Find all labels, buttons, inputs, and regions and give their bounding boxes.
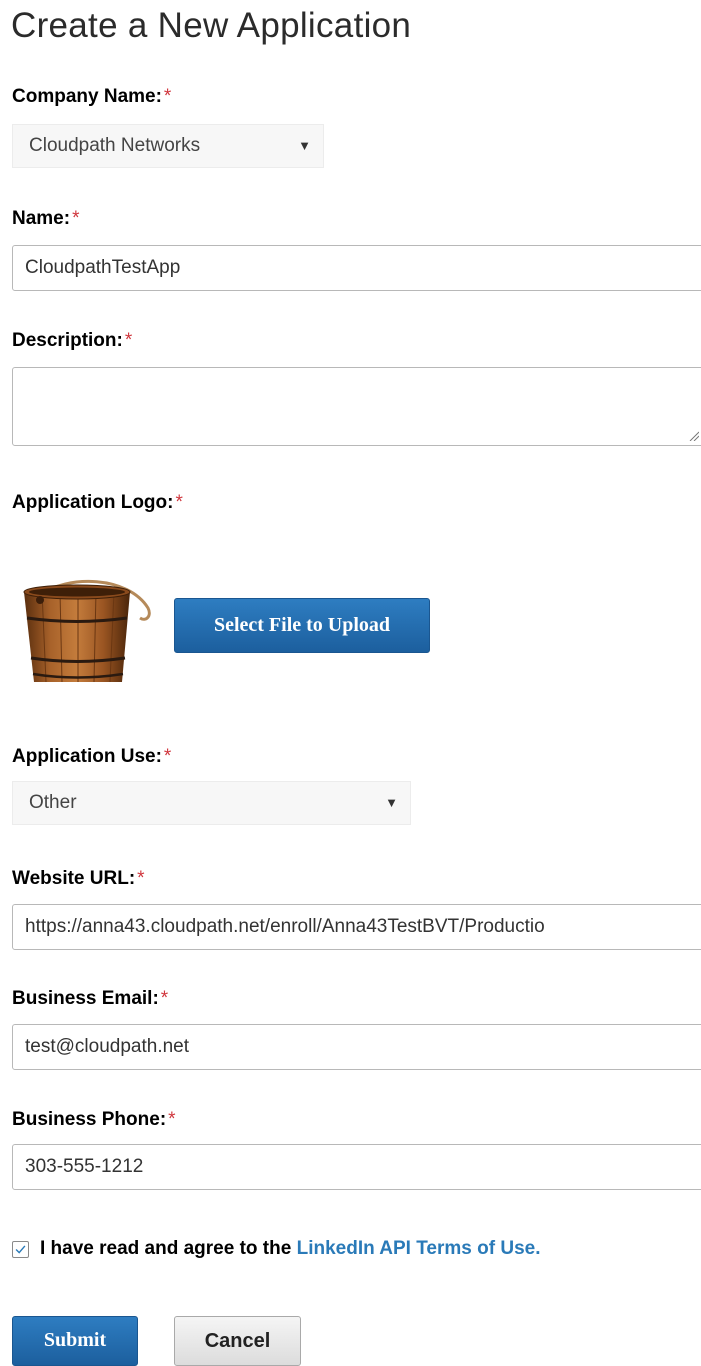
- terms-text: I have read and agree to the: [40, 1238, 292, 1259]
- company-name-label: Company Name: *: [12, 86, 171, 108]
- business-phone-input[interactable]: 303-555-1212: [12, 1144, 701, 1190]
- company-name-select[interactable]: Cloudpath Networks ▼: [12, 124, 324, 168]
- application-use-label: Application Use: *: [12, 746, 171, 768]
- required-marker: *: [137, 868, 145, 889]
- description-label-text: Description:: [12, 330, 123, 351]
- application-logo-label-text: Application Logo:: [12, 492, 174, 513]
- check-icon: [15, 1245, 26, 1254]
- application-use-label-text: Application Use:: [12, 746, 162, 767]
- required-marker: *: [124, 330, 133, 351]
- name-label-text: Name:: [12, 208, 71, 229]
- required-marker: *: [163, 746, 172, 767]
- select-file-upload-button[interactable]: Select File to Upload: [174, 598, 430, 653]
- business-email-input[interactable]: test@cloudpath.net: [12, 1024, 701, 1070]
- required-marker: *: [163, 86, 172, 107]
- terms-link[interactable]: LinkedIn API Terms of Use.: [297, 1238, 541, 1259]
- application-use-value: Other: [29, 792, 77, 813]
- wooden-bucket-logo: [23, 579, 151, 683]
- application-use-select[interactable]: Other ▼: [12, 781, 411, 825]
- business-phone-label-text: Business Phone:: [12, 1109, 167, 1130]
- create-application-page: Create a New Application Company Name: * …: [0, 0, 701, 1366]
- required-marker: *: [72, 208, 80, 229]
- description-textarea[interactable]: [12, 367, 701, 446]
- resize-grip-icon[interactable]: [689, 431, 699, 441]
- business-phone-label: Business Phone: *: [12, 1109, 176, 1131]
- company-name-label-text: Company Name:: [12, 86, 162, 107]
- caret-down-icon: ▼: [298, 138, 311, 153]
- terms-checkbox[interactable]: [12, 1241, 29, 1258]
- required-marker: *: [168, 1109, 176, 1130]
- company-name-value: Cloudpath Networks: [29, 135, 201, 156]
- website-url-label: Website URL: *: [12, 868, 145, 890]
- business-email-label: Business Email: *: [12, 988, 168, 1010]
- terms-agreement: I have read and agree to the LinkedIn AP…: [40, 1238, 540, 1260]
- required-marker: *: [175, 492, 183, 513]
- cancel-button[interactable]: Cancel: [174, 1316, 301, 1366]
- name-input[interactable]: CloudpathTestApp: [12, 245, 701, 291]
- required-marker: *: [160, 988, 169, 1009]
- caret-down-icon: ▼: [385, 795, 398, 810]
- website-url-label-text: Website URL:: [12, 868, 136, 889]
- business-email-label-text: Business Email:: [12, 988, 159, 1009]
- page-title: Create a New Application: [11, 6, 412, 45]
- submit-button[interactable]: Submit: [12, 1316, 138, 1366]
- description-label: Description: *: [12, 330, 132, 352]
- application-logo-label: Application Logo: *: [12, 492, 183, 514]
- website-url-input[interactable]: https://anna43.cloudpath.net/enroll/Anna…: [12, 904, 701, 950]
- name-label: Name: *: [12, 208, 79, 230]
